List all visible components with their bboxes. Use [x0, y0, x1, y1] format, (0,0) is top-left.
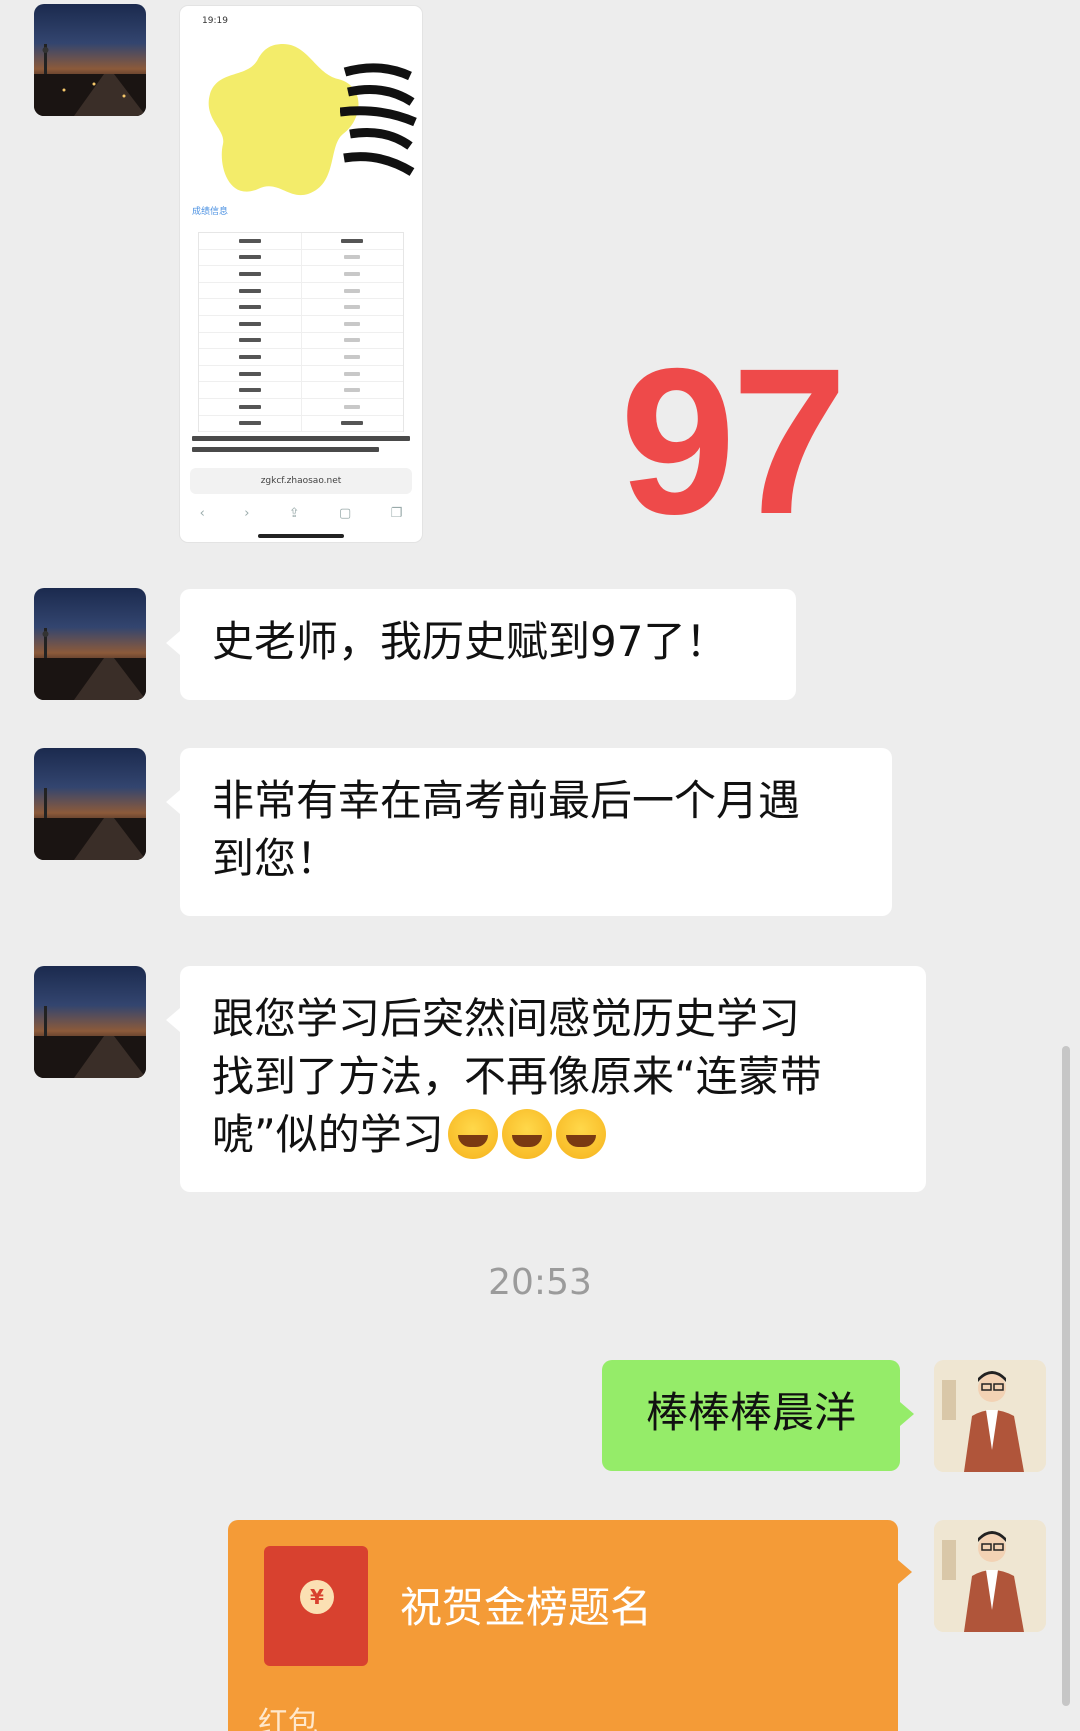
message-line-with-emoji: 唬”似的学习: [212, 1106, 894, 1164]
message-line: 到您！: [212, 834, 339, 883]
back-icon: ‹: [199, 505, 205, 521]
laugh-cry-emoji-icon: [555, 1108, 606, 1159]
message-text: 棒棒棒晨洋: [645, 1388, 856, 1437]
browser-url-bar: zgkcf.zhaosao.net: [190, 468, 412, 494]
red-envelope-icon: ¥: [264, 1546, 368, 1666]
home-indicator: [258, 534, 344, 538]
chat-bubble[interactable]: 史老师，我历史赋到97了！: [166, 589, 796, 700]
score-info-link: 成绩信息: [192, 207, 229, 217]
score-overlay-number: 97: [620, 326, 847, 558]
message-line: 非常有幸在高考前最后一个月遇: [212, 776, 801, 825]
status-bar-time: 19:19: [202, 16, 228, 26]
screenshot-image-message[interactable]: 19:19 成绩信息 zgkcf.zhaosao.net ‹ › ⇪ ▢ ❐: [180, 6, 422, 542]
my-chat-bubble[interactable]: 棒棒棒晨洋: [602, 1360, 914, 1471]
sender-avatar[interactable]: [34, 4, 146, 116]
share-icon: ⇪: [288, 505, 300, 521]
browser-toolbar: ‹ › ⇪ ▢ ❐: [180, 502, 422, 524]
yuan-coin-icon: ¥: [300, 1580, 334, 1614]
sender-avatar[interactable]: [34, 588, 146, 700]
message-line: 找到了方法，不再像原来“连蒙带: [212, 1052, 822, 1101]
blurred-note-text: [192, 436, 410, 458]
bookmarks-icon: ▢: [339, 505, 352, 521]
chat-bubble[interactable]: 跟您学习后突然间感觉历史学习 找到了方法，不再像原来“连蒙带 唬”似的学习: [166, 966, 926, 1192]
chat-bubble[interactable]: 非常有幸在高考前最后一个月遇 到您！: [166, 748, 892, 916]
scrollbar[interactable]: [1062, 1046, 1070, 1706]
message-text: 史老师，我历史赋到97了！: [212, 617, 728, 666]
sender-avatar[interactable]: [34, 748, 146, 860]
red-packet-message[interactable]: ¥ 祝贺金榜题名 红包: [228, 1520, 912, 1731]
score-table: [198, 232, 404, 433]
laugh-cry-emoji-icon: [501, 1108, 552, 1159]
sender-avatar[interactable]: [34, 966, 146, 1078]
my-avatar[interactable]: [934, 1360, 1046, 1472]
red-packet-title: 祝贺金榜题名: [400, 1583, 653, 1632]
url-text: zgkcf.zhaosao.net: [260, 476, 342, 486]
tabs-icon: ❐: [390, 505, 403, 521]
red-packet-label: 红包: [258, 1706, 318, 1731]
my-avatar[interactable]: [934, 1520, 1046, 1632]
censor-scribble: [340, 63, 417, 176]
message-line: 跟您学习后突然间感觉历史学习: [212, 994, 801, 1043]
message-line: 唬”似的学习: [212, 1110, 444, 1159]
chat-window: 19:19 成绩信息 zgkcf.zhaosao.net ‹ › ⇪ ▢ ❐ 9…: [0, 0, 1080, 1731]
laugh-cry-emoji-icon: [447, 1108, 498, 1159]
chat-timestamp: 20:53: [488, 1262, 592, 1303]
forward-icon: ›: [244, 505, 250, 521]
